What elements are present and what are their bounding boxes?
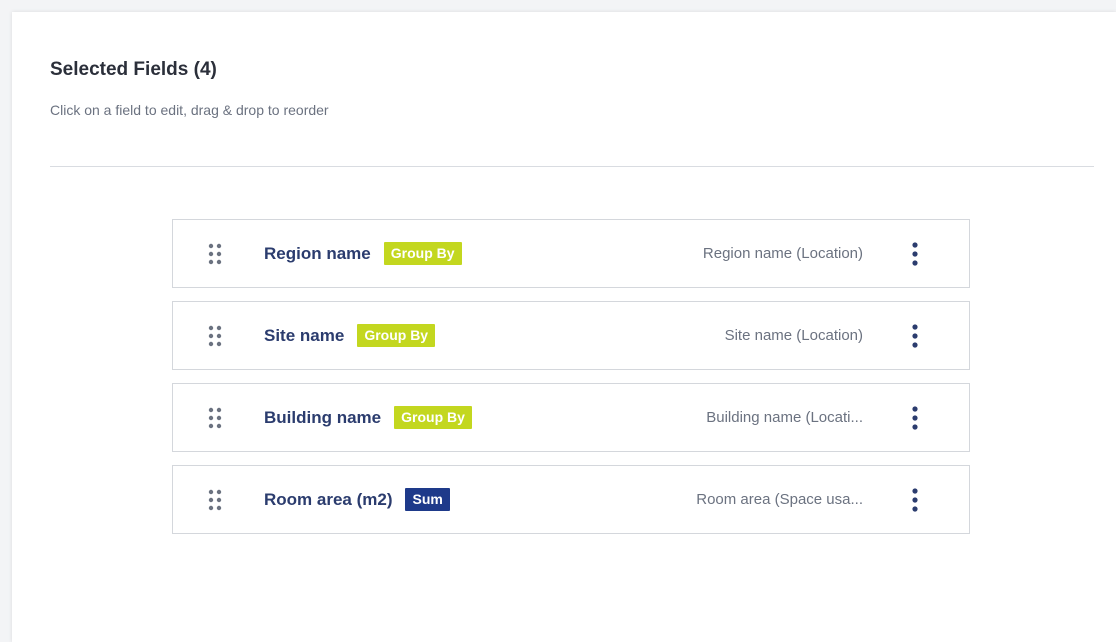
drag-handle-icon[interactable]	[207, 243, 225, 265]
field-name-label: Room area (m2)	[264, 489, 393, 509]
drag-handle-icon[interactable]	[207, 489, 225, 511]
field-name: Room area (m2) Sum	[264, 466, 450, 533]
more-vertical-icon[interactable]	[905, 322, 925, 350]
more-vertical-icon[interactable]	[905, 486, 925, 514]
field-name: Building name Group By	[264, 384, 472, 451]
field-name: Site name Group By	[264, 302, 436, 369]
divider	[50, 166, 1094, 167]
group-by-badge: Group By	[357, 324, 436, 347]
panel-title: Selected Fields (4)	[50, 59, 217, 80]
panel-subtitle: Click on a field to edit, drag & drop to…	[50, 102, 329, 118]
field-row[interactable]: Site name Group By Site name (Location)	[172, 301, 970, 370]
field-name-label: Site name	[264, 325, 345, 345]
field-name-label: Region name	[264, 243, 371, 263]
drag-handle-icon[interactable]	[207, 407, 225, 429]
more-vertical-icon[interactable]	[905, 240, 925, 268]
field-source: Site name (Location)	[724, 327, 863, 344]
field-row[interactable]: Building name Group By Building name (Lo…	[172, 383, 970, 452]
field-name-label: Building name	[264, 407, 382, 427]
field-source: Building name (Locati...	[706, 409, 863, 426]
group-by-badge: Group By	[383, 242, 462, 265]
drag-handle-icon[interactable]	[207, 325, 225, 347]
selected-fields-panel: Selected Fields (4) Click on a field to …	[12, 12, 1116, 642]
more-vertical-icon[interactable]	[905, 404, 925, 432]
field-name: Region name Group By	[264, 220, 462, 287]
field-source: Region name (Location)	[702, 245, 863, 262]
field-source: Room area (Space usa...	[696, 491, 863, 508]
group-by-badge: Group By	[394, 406, 472, 429]
sum-badge: Sum	[405, 488, 450, 511]
field-row[interactable]: Room area (m2) Sum Room area (Space usa.…	[172, 465, 970, 534]
field-row[interactable]: Region name Group By Region name (Locati…	[172, 219, 970, 288]
field-list: Region name Group By Region name (Locati…	[172, 219, 972, 547]
